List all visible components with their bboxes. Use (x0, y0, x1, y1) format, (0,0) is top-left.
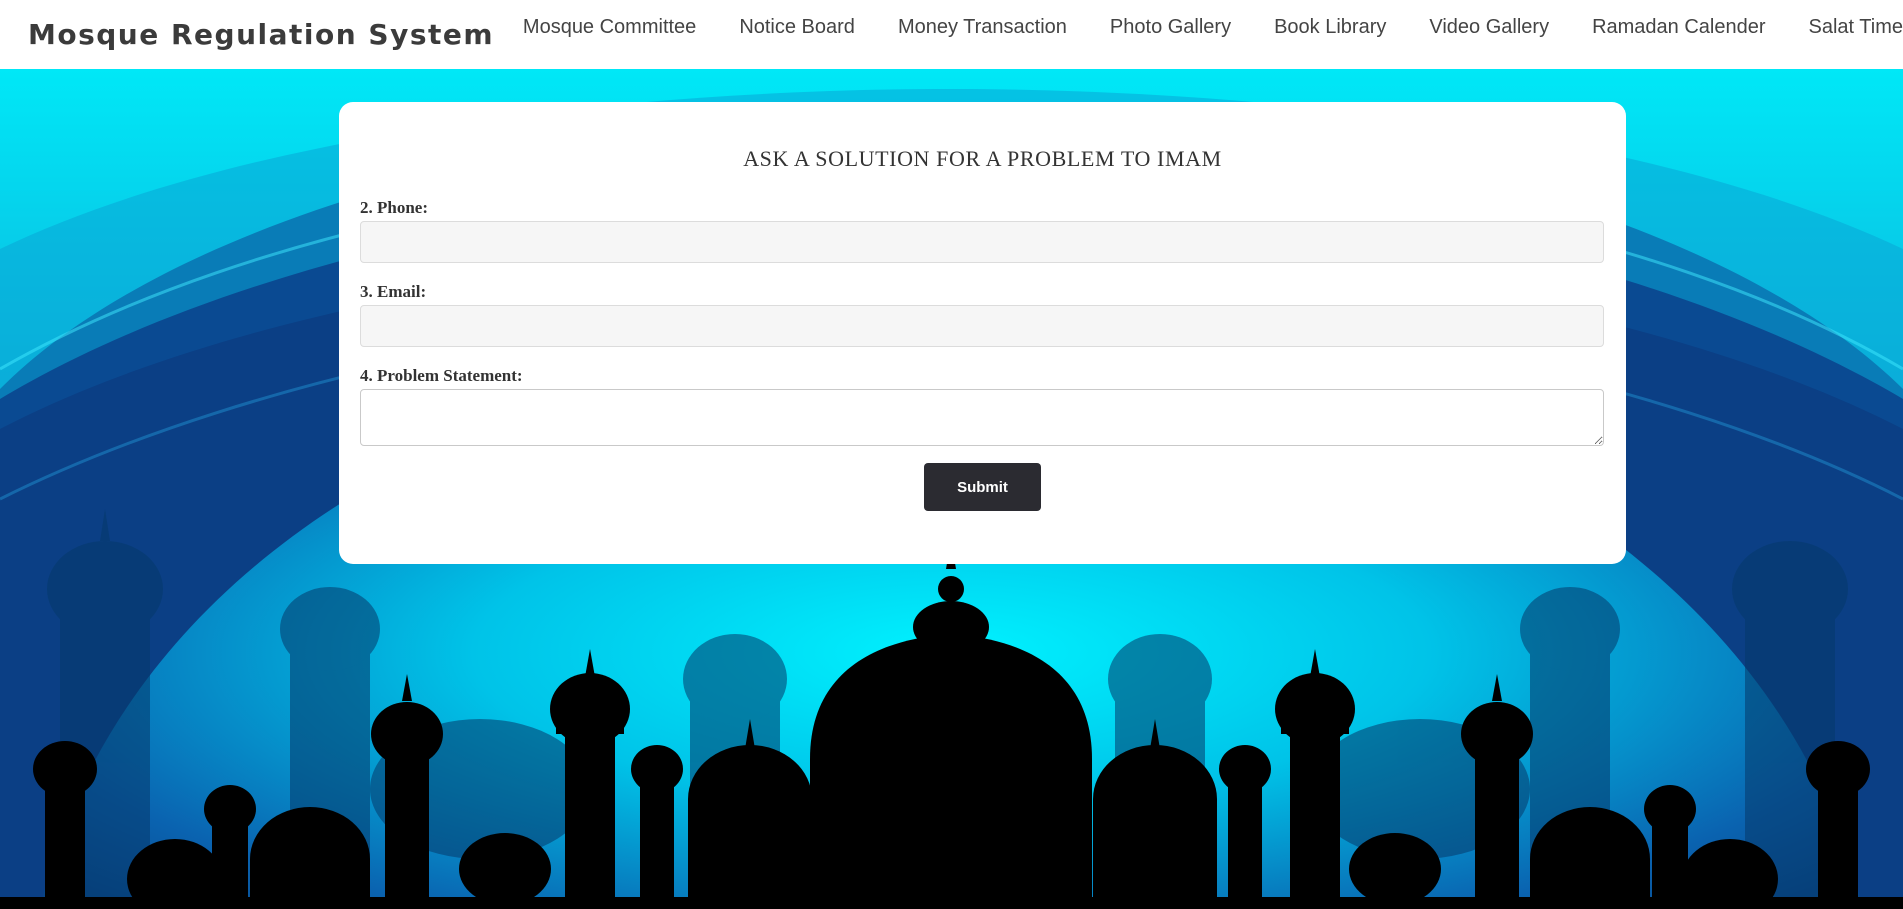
problem-statement-label: 4. Problem Statement: (360, 366, 523, 385)
nav-link-photo-gallery[interactable]: Photo Gallery (1110, 16, 1231, 39)
nav-link-book-library[interactable]: Book Library (1274, 16, 1386, 39)
ask-imam-form-card: ASK A SOLUTION FOR A PROBLEM TO IMAM 2. … (339, 102, 1626, 564)
email-input[interactable] (360, 305, 1604, 347)
nav-link-video-gallery[interactable]: Video Gallery (1429, 16, 1549, 39)
nav-link-ramadan-calender[interactable]: Ramadan Calender (1592, 16, 1765, 39)
phone-label: 2. Phone: (360, 198, 428, 217)
nav-link-mosque-committee[interactable]: Mosque Committee (523, 16, 696, 39)
nav-menu: Mosque Committee Notice Board Money Tran… (523, 16, 1903, 39)
problem-statement-textarea[interactable] (360, 389, 1604, 446)
nav-link-money-transaction[interactable]: Money Transaction (898, 16, 1067, 39)
email-label: 3. Email: (360, 282, 427, 301)
site-brand[interactable]: Mosque Regulation System (28, 18, 494, 51)
nav-link-notice-board[interactable]: Notice Board (739, 16, 855, 39)
nav-link-salat-time[interactable]: Salat Time (1809, 16, 1903, 39)
submit-button[interactable]: Submit (924, 463, 1041, 511)
top-navbar: Mosque Regulation System Mosque Committe… (0, 0, 1903, 69)
phone-input[interactable] (360, 221, 1604, 263)
form-title: ASK A SOLUTION FOR A PROBLEM TO IMAM (743, 146, 1222, 171)
